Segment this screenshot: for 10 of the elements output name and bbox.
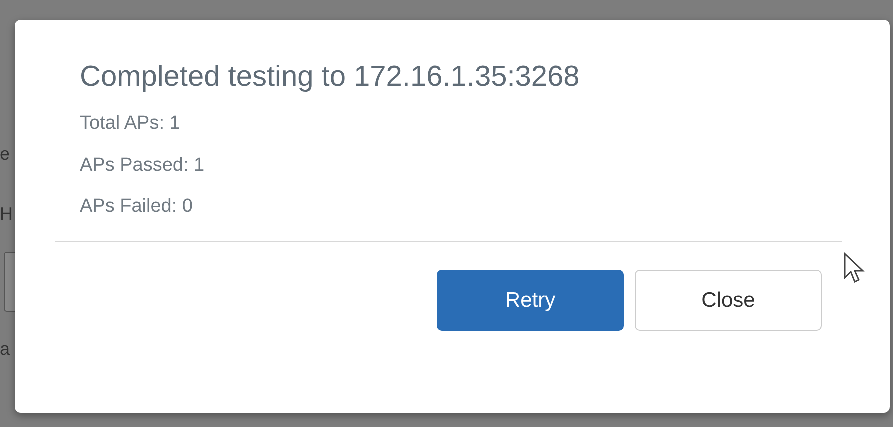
result-text: APs Failed: 0 <box>80 196 194 220</box>
background-text: e <box>0 145 10 163</box>
result-text: APs Passed: 1 <box>80 154 206 178</box>
background-text: a <box>0 340 10 358</box>
background-text: H <box>0 205 13 223</box>
dialog-title: Completed testing to 172.16.1.35:3268 <box>80 60 581 95</box>
result-text: Total APs: 1 <box>80 112 182 136</box>
cursor-icon <box>843 252 865 284</box>
retry-button[interactable]: Retry <box>437 270 624 332</box>
close-button[interactable]: Close <box>635 270 822 332</box>
